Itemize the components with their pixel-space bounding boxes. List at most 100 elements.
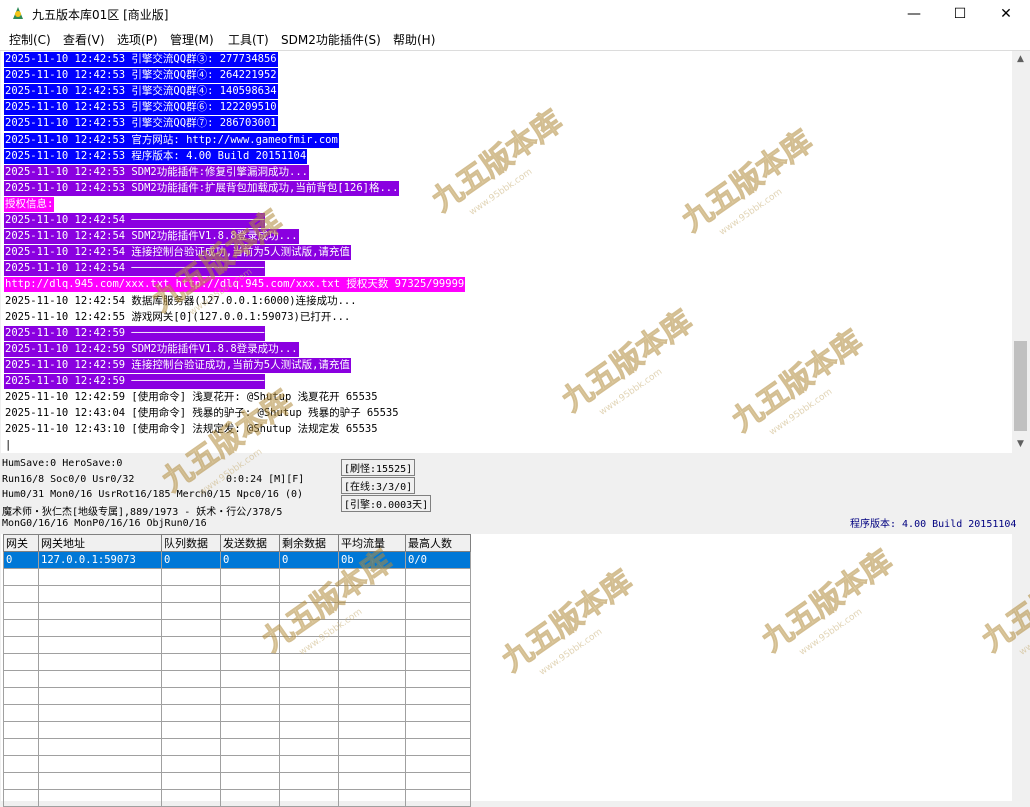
table-cell bbox=[279, 721, 339, 739]
table-cell bbox=[279, 789, 339, 807]
table-cell bbox=[161, 789, 221, 807]
status-version: 程序版本: 4.00 Build 20151104 bbox=[850, 519, 1017, 530]
table-cell bbox=[338, 721, 406, 739]
table-cell bbox=[220, 738, 280, 756]
close-button[interactable]: ✕ bbox=[983, 0, 1029, 28]
table-cell bbox=[338, 568, 406, 586]
table-cell: 127.0.0.1:59073 bbox=[38, 551, 162, 569]
table-cell bbox=[3, 653, 39, 671]
table-cell bbox=[279, 619, 339, 637]
table-row[interactable] bbox=[3, 755, 471, 773]
grid-scrollbar[interactable] bbox=[1012, 534, 1029, 801]
column-header[interactable]: 网关地址 bbox=[38, 534, 162, 552]
table-cell bbox=[161, 653, 221, 671]
table-cell bbox=[405, 721, 471, 739]
table-cell bbox=[405, 670, 471, 688]
table-cell bbox=[161, 636, 221, 654]
table-cell bbox=[279, 670, 339, 688]
table-cell bbox=[38, 653, 162, 671]
table-cell bbox=[279, 585, 339, 603]
table-row[interactable] bbox=[3, 670, 471, 688]
scroll-down-icon[interactable]: ▼ bbox=[1012, 436, 1029, 453]
table-cell bbox=[220, 602, 280, 620]
table-cell bbox=[220, 704, 280, 722]
table-row[interactable] bbox=[3, 653, 471, 671]
table-row[interactable] bbox=[3, 585, 471, 603]
log-line: 2025-11-10 12:43:04 [使用命令] 残暴的驴子: @Shutu… bbox=[5, 407, 399, 420]
minimize-button[interactable]: — bbox=[891, 0, 937, 28]
log-line: 2025-11-10 12:42:55 游戏网关[0](127.0.0.1:59… bbox=[5, 310, 351, 323]
table-cell bbox=[405, 568, 471, 586]
log-line: 2025-11-10 12:42:54 ────────────────────… bbox=[4, 261, 266, 277]
table-row[interactable] bbox=[3, 704, 471, 722]
column-header[interactable]: 发送数据 bbox=[220, 534, 280, 552]
table-cell bbox=[220, 568, 280, 586]
table-cell bbox=[279, 704, 339, 722]
table-row[interactable] bbox=[3, 738, 471, 756]
table-cell bbox=[161, 755, 221, 773]
table-row[interactable]: 0 127.0.0.1:59073 0 0 0 0b 0/0 bbox=[3, 551, 471, 569]
table-cell bbox=[220, 772, 280, 790]
table-cell bbox=[220, 721, 280, 739]
gateway-table[interactable]: 网关 网关地址 队列数据 发送数据 剩余数据 平均流量 最高人数 0 127.0.0.1:59… bbox=[3, 534, 471, 807]
column-header[interactable]: 平均流量 bbox=[338, 534, 406, 552]
column-header[interactable]: 网关 bbox=[3, 534, 39, 552]
log-scrollbar[interactable]: ▲ ▼ bbox=[1012, 51, 1029, 453]
maximize-button[interactable]: ☐ bbox=[937, 0, 983, 28]
log-line: 2025-11-10 12:42:53 SDM2功能插件:修复引擎漏洞成功... bbox=[4, 164, 310, 180]
menu-tools[interactable]: 工具(T) bbox=[228, 31, 269, 48]
table-cell bbox=[38, 602, 162, 620]
table-cell bbox=[3, 568, 39, 586]
table-cell bbox=[338, 772, 406, 790]
table-row[interactable] bbox=[3, 568, 471, 586]
log-output[interactable]: 2025-11-10 12:42:53 引擎交流QQ群③: 277734856 2… bbox=[1, 51, 1012, 453]
table-row[interactable] bbox=[3, 789, 471, 807]
table-cell bbox=[38, 704, 162, 722]
table-cell bbox=[161, 585, 221, 603]
table-row[interactable] bbox=[3, 772, 471, 790]
table-row[interactable] bbox=[3, 636, 471, 654]
table-cell bbox=[338, 704, 406, 722]
table-row[interactable] bbox=[3, 721, 471, 739]
status-save: HumSave:0 HeroSave:0 bbox=[2, 458, 123, 469]
log-line: http://dlq.945.com/xxx.txt http://dlq.94… bbox=[4, 277, 466, 293]
table-cell: 0 bbox=[220, 551, 280, 569]
menu-view[interactable]: 查看(V) bbox=[63, 31, 105, 48]
column-header[interactable]: 队列数据 bbox=[161, 534, 221, 552]
table-cell bbox=[405, 789, 471, 807]
table-cell bbox=[3, 636, 39, 654]
table-cell bbox=[279, 687, 339, 705]
scroll-thumb[interactable] bbox=[1014, 341, 1027, 431]
menu-sdm2-plugin[interactable]: SDM2功能插件(S) bbox=[281, 31, 381, 48]
menu-manage[interactable]: 管理(M) bbox=[170, 31, 214, 48]
table-cell bbox=[405, 653, 471, 671]
menu-options[interactable]: 选项(P) bbox=[117, 31, 158, 48]
table-cell bbox=[405, 738, 471, 756]
menu-help[interactable]: 帮助(H) bbox=[393, 31, 435, 48]
column-header[interactable]: 最高人数 bbox=[405, 534, 471, 552]
log-line: 2025-11-10 12:42:59 ────────────────────… bbox=[4, 374, 266, 389]
table-cell bbox=[405, 704, 471, 722]
table-cell bbox=[38, 721, 162, 739]
log-line: 2025-11-10 12:42:54 数据库服务器(127.0.0.1:600… bbox=[5, 294, 357, 307]
status-online: [在线:3/3/0] bbox=[341, 477, 416, 494]
log-line: 授权信息: bbox=[4, 196, 55, 212]
column-header[interactable]: 剩余数据 bbox=[279, 534, 339, 552]
menu-control[interactable]: 控制(C) bbox=[9, 31, 51, 48]
table-cell bbox=[338, 653, 406, 671]
log-line: 2025-11-10 12:43:10 [使用命令] 法规定发: @Shutup… bbox=[5, 423, 378, 436]
table-cell bbox=[279, 636, 339, 654]
table-row[interactable] bbox=[3, 602, 471, 620]
table-cell: 0b bbox=[338, 551, 406, 569]
table-cell bbox=[161, 687, 221, 705]
status-char: 魔术师・狄仁杰[地级专属],889/1973 - 妖术・行公/378/5 bbox=[2, 507, 283, 518]
table-cell bbox=[279, 568, 339, 586]
scroll-up-icon[interactable]: ▲ bbox=[1012, 51, 1029, 68]
table-cell bbox=[3, 789, 39, 807]
table-row[interactable] bbox=[3, 619, 471, 637]
gateway-grid[interactable]: 网关 网关地址 队列数据 发送数据 剩余数据 平均流量 最高人数 0 127.0.0.1:59… bbox=[1, 534, 1012, 807]
table-cell bbox=[161, 738, 221, 756]
table-cell bbox=[3, 721, 39, 739]
table-cell bbox=[161, 772, 221, 790]
table-row[interactable] bbox=[3, 687, 471, 705]
